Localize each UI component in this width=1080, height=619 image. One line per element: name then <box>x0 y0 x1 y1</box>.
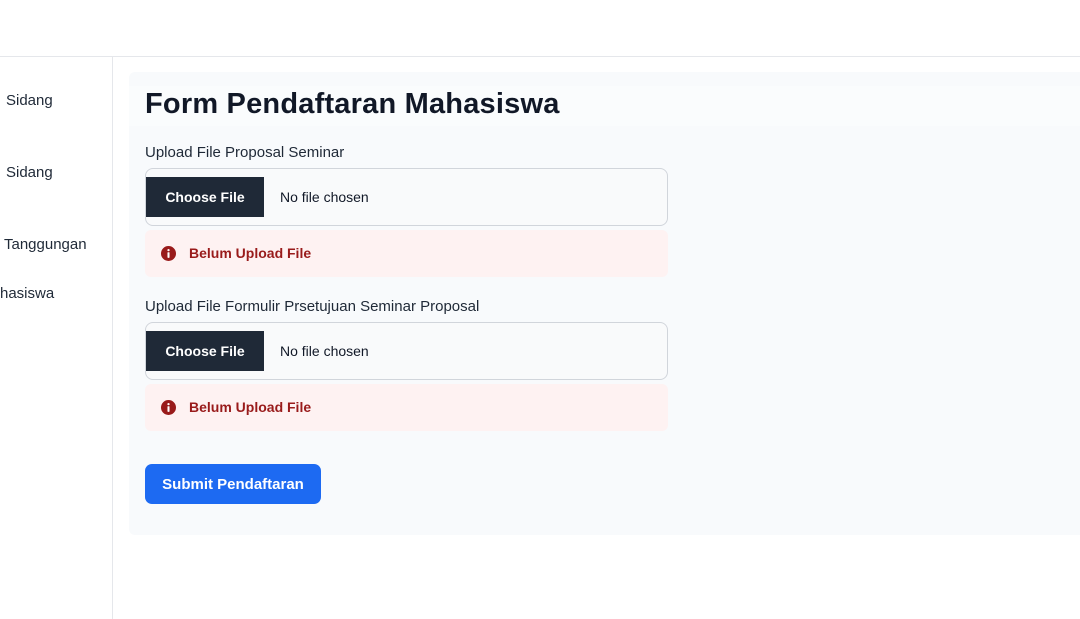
error-alert-formulir: Belum Upload File <box>145 384 668 431</box>
sidebar-item-sidang-1[interactable]: Sidang <box>6 92 53 109</box>
info-circle-icon <box>161 400 176 415</box>
file-status: No file chosen <box>280 343 369 359</box>
sidebar-item-mahasiswa[interactable]: hasiswa <box>0 285 54 302</box>
file-input-proposal[interactable]: Choose File No file chosen <box>145 168 668 226</box>
file-input-formulir[interactable]: Choose File No file chosen <box>145 322 668 380</box>
choose-file-button[interactable]: Choose File <box>146 331 264 371</box>
page-title: Form Pendaftaran Mahasiswa <box>145 88 560 120</box>
sidebar-item-sidang-2[interactable]: Sidang <box>6 164 53 181</box>
top-navbar <box>0 0 1080 57</box>
info-circle-icon <box>161 246 176 261</box>
error-alert-proposal: Belum Upload File <box>145 230 668 277</box>
field-label-formulir: Upload File Formulir Prsetujuan Seminar … <box>145 298 480 315</box>
error-message: Belum Upload File <box>189 399 312 415</box>
sidebar: Sidang Sidang Tanggungan hasiswa <box>0 57 113 619</box>
file-status: No file chosen <box>280 189 369 205</box>
choose-file-button[interactable]: Choose File <box>146 177 264 217</box>
error-message: Belum Upload File <box>189 245 312 261</box>
form-card: Form Pendaftaran Mahasiswa Upload File P… <box>129 72 1080 535</box>
submit-button[interactable]: Submit Pendaftaran <box>145 464 321 504</box>
sidebar-item-tanggungan[interactable]: Tanggungan <box>4 236 87 253</box>
field-label-proposal: Upload File Proposal Seminar <box>145 144 345 161</box>
